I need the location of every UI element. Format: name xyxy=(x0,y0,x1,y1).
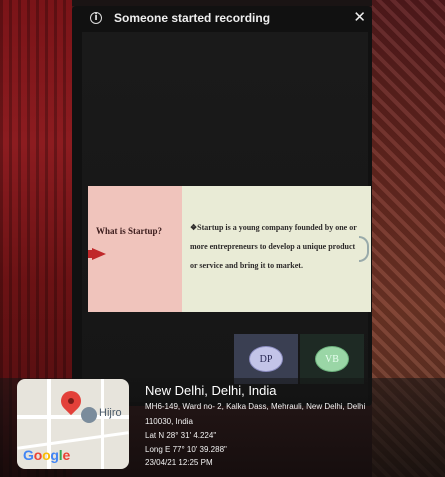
logo-letter: g xyxy=(50,447,59,463)
google-logo: Google xyxy=(23,447,70,463)
latitude: Lat N 28° 31' 4.224" xyxy=(145,431,217,440)
slide-body: ❖Startup is a young company founded by o… xyxy=(190,223,357,270)
map-road xyxy=(101,379,104,469)
logo-letter: e xyxy=(62,447,71,463)
participant-tile-dp[interactable]: DP xyxy=(234,334,298,384)
info-icon: i xyxy=(90,12,102,24)
longitude: Long E 77° 10' 39.288" xyxy=(145,445,227,454)
slide-content-panel: ❖Startup is a young company founded by o… xyxy=(182,186,371,312)
close-icon[interactable]: ✕ xyxy=(353,8,366,26)
avatar: DP xyxy=(249,346,283,372)
notification-text: Someone started recording xyxy=(114,11,271,25)
avatar: VB xyxy=(315,346,349,372)
address-line-2: 110030, India xyxy=(145,417,193,426)
location-title: New Delhi, Delhi, India xyxy=(145,383,277,398)
arrow-icon xyxy=(92,248,106,260)
map-thumbnail[interactable]: Hijro Google xyxy=(17,379,129,469)
logo-letter: G xyxy=(23,447,34,463)
slide-title: What is Startup? xyxy=(96,226,163,236)
place-icon xyxy=(81,407,97,423)
map-place-label: Hijro xyxy=(99,407,122,419)
recording-notification: i Someone started recording ✕ xyxy=(72,6,372,30)
shared-slide: What is Startup? ❖Startup is a young com… xyxy=(88,186,371,312)
timestamp: 23/04/21 12:25 PM xyxy=(145,458,213,467)
address-line-1: MH6-149, Ward no- 2, Kalka Dass, Mehraul… xyxy=(145,402,366,411)
participant-tile-vb[interactable]: VB xyxy=(300,334,364,384)
scroll-handle-icon[interactable] xyxy=(359,236,369,262)
logo-letter: o xyxy=(33,447,43,463)
slide-title-panel: What is Startup? xyxy=(88,186,182,312)
